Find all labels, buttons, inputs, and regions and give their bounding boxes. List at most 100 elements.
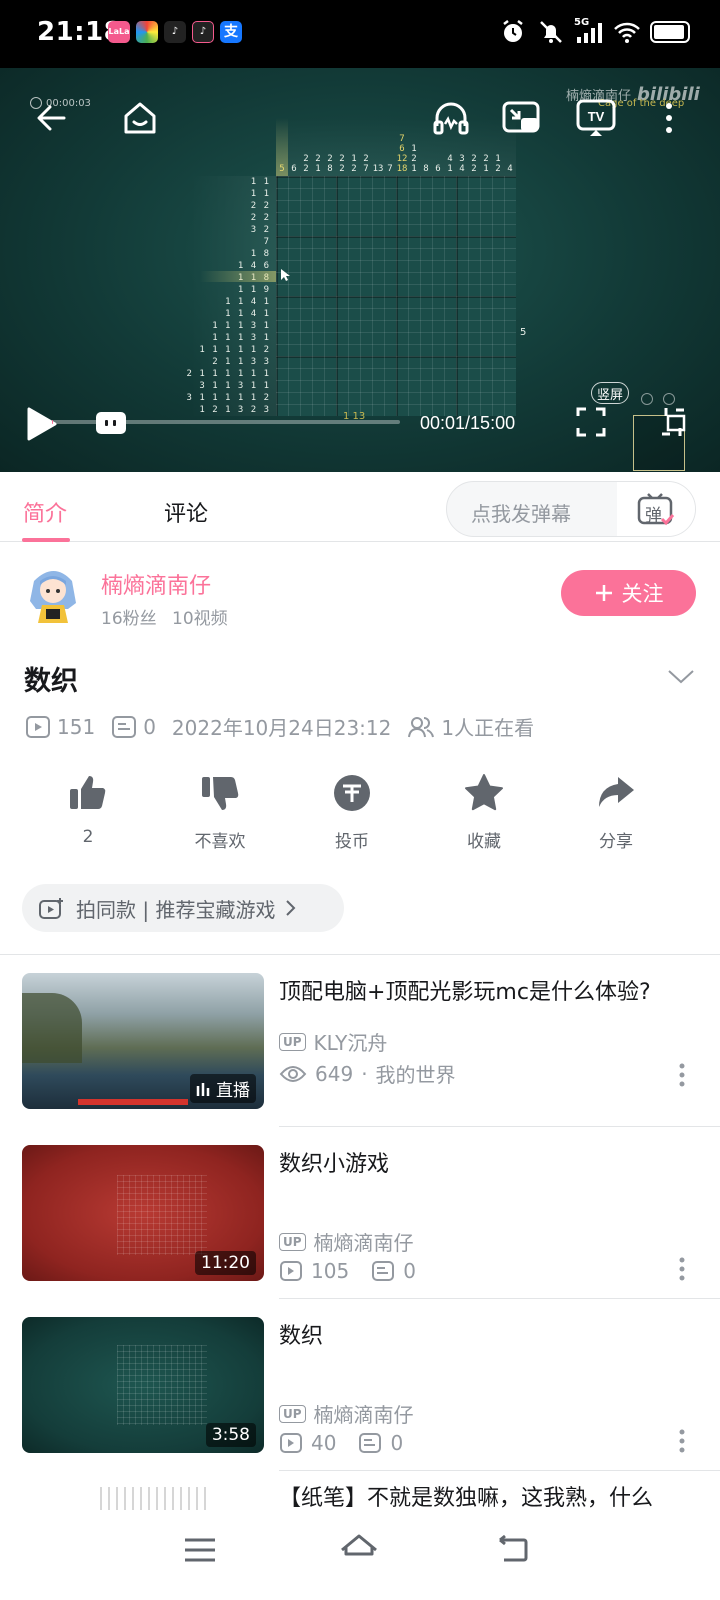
back-nav-icon[interactable] xyxy=(490,1530,540,1570)
column-clue: 7 xyxy=(387,164,393,174)
recommendation-uploader: UP 楠熵滴南仔 xyxy=(279,1399,414,1428)
status-app-icons: LaLa ♪ ♪ 支 xyxy=(108,21,242,43)
favorite-button[interactable]: 收藏 xyxy=(434,772,534,852)
recommendation-views: 105 xyxy=(311,1259,350,1283)
tab-comments[interactable]: 评论 xyxy=(164,496,208,528)
menu-icon[interactable] xyxy=(175,1530,225,1570)
recommendation-thumbnail[interactable]: 3:58 xyxy=(22,1317,264,1453)
like-button[interactable]: 2 xyxy=(38,772,138,847)
recommendation-views: 649 xyxy=(315,1061,354,1086)
video-title: 数织 xyxy=(24,666,78,697)
more-vertical-icon[interactable] xyxy=(662,100,676,136)
recommendation-title[interactable]: 【纸笔】不就是数独嘛，这我熟，什么 xyxy=(279,1483,699,1511)
danmaku-input[interactable]: 点我发弹幕 弹 xyxy=(446,481,696,537)
home-icon[interactable] xyxy=(120,98,160,138)
column-clue: 21 xyxy=(315,154,321,174)
dot-separator: · xyxy=(361,1061,368,1086)
coin-button[interactable]: 投币 xyxy=(302,772,402,852)
recommendation-item[interactable]: 直播 顶配电脑+顶配光影玩mc是什么体验? UP KLY沉舟 649 · 我的世… xyxy=(0,955,720,1127)
back-arrow-icon[interactable] xyxy=(34,100,70,136)
home-nav-icon[interactable] xyxy=(334,1530,384,1570)
dislike-button[interactable]: 不喜欢 xyxy=(170,772,270,852)
video-player[interactable]: 562221282212271377612181218641342221124 … xyxy=(0,68,720,472)
up-tag-icon: UP xyxy=(279,1404,306,1423)
thumb-trees xyxy=(22,993,82,1063)
tiktok-app-icon: ♪ xyxy=(164,21,186,43)
minimap-dot-b xyxy=(663,393,675,405)
uploader-stats: 16粉丝 10视频 xyxy=(101,609,228,629)
share-label: 分享 xyxy=(599,832,633,852)
signal-5g-icon: 5G xyxy=(574,17,604,47)
picture-in-picture-icon[interactable] xyxy=(501,100,541,136)
nonogram-grid xyxy=(276,176,516,416)
row-clue: 1 1 1 3 1 xyxy=(212,321,270,331)
vertical-screen-button[interactable]: 竖屏 xyxy=(591,382,629,404)
column-clue: 6 xyxy=(435,164,441,174)
row-clue: 2 2 xyxy=(250,213,270,223)
same-style-pill[interactable]: 拍同款 | 推荐宝藏游戏 xyxy=(22,884,344,932)
recommendation-category: 我的世界 xyxy=(375,1063,456,1087)
uploader-name[interactable]: 楠熵滴南仔 xyxy=(101,568,211,600)
more-icon[interactable] xyxy=(678,1257,686,1281)
column-clue: 8 xyxy=(423,164,429,174)
network-label: 5G xyxy=(574,17,590,28)
more-icon[interactable] xyxy=(678,1063,686,1087)
row-clue: 3 1 1 1 1 1 2 xyxy=(186,393,270,403)
row-clue: 1 8 xyxy=(250,249,270,259)
column-clue: 22 xyxy=(339,154,345,174)
row-clue: 1 1 xyxy=(250,177,270,187)
publish-date: 2022年10月24日23:12 xyxy=(171,716,392,740)
favorite-label: 收藏 xyxy=(467,832,501,852)
tv-cast-icon[interactable]: TV xyxy=(575,98,617,138)
recommendation-item[interactable]: 【纸笔】不就是数独嘛，这我熟，什么 xyxy=(0,1471,720,1511)
row-clue: 1 1 xyxy=(250,189,270,199)
duration-badge: 11:20 xyxy=(195,1251,256,1275)
recommendation-stats: 649 · 我的世界 xyxy=(279,1059,456,1088)
row-clue: 1 1 9 xyxy=(237,285,270,295)
follow-button[interactable]: 关注 xyxy=(561,570,696,616)
settings-overlay-icon[interactable] xyxy=(660,406,686,438)
recommendation-uploader-name: 楠熵滴南仔 xyxy=(313,1403,414,1427)
danmaku-count: 0 xyxy=(111,715,156,739)
danmaku-count-text: 0 xyxy=(143,714,156,739)
row-highlight xyxy=(200,271,286,282)
row-clue: 1 1 1 3 1 xyxy=(212,333,270,343)
svg-text:TV: TV xyxy=(588,109,605,124)
fullscreen-icon[interactable] xyxy=(576,406,606,438)
thumb-hotbar xyxy=(78,1099,188,1105)
recommendation-thumbnail[interactable]: 11:20 xyxy=(22,1145,264,1281)
progress-thumb-tv-icon[interactable] xyxy=(96,412,126,434)
play-icon[interactable] xyxy=(26,406,58,442)
chevron-down-icon[interactable] xyxy=(667,668,695,684)
recommendation-item[interactable]: 11:20 数织小游戏 UP 楠熵滴南仔 105 0 xyxy=(0,1127,720,1299)
up-tag-icon: UP xyxy=(279,1032,306,1051)
recommendation-title[interactable]: 顶配电脑+顶配光影玩mc是什么体验? xyxy=(279,977,679,1009)
recommendation-thumbnail-partial xyxy=(100,1487,210,1511)
live-badge: 直播 xyxy=(190,1074,256,1103)
recommendation-danmaku: 0 xyxy=(403,1259,416,1283)
recommendation-title[interactable]: 数织小游戏 xyxy=(279,1149,679,1181)
danmaku-toggle-button[interactable]: 弹 xyxy=(617,482,695,536)
column-clue: 12 xyxy=(495,154,501,174)
recommendation-thumbnail[interactable]: 直播 xyxy=(22,973,264,1109)
dislike-label: 不喜欢 xyxy=(194,832,246,852)
tab-intro[interactable]: 简介 xyxy=(23,496,67,528)
headphones-icon[interactable] xyxy=(431,98,471,138)
uploader-avatar[interactable] xyxy=(22,563,84,625)
thumb-up-icon xyxy=(70,776,106,809)
recommendation-views: 40 xyxy=(311,1431,337,1455)
watching-count: 1人正在看 xyxy=(407,712,534,741)
recommendation-item[interactable]: 3:58 数织 UP 楠熵滴南仔 40 0 xyxy=(0,1299,720,1471)
danmaku-icon-label: 弹 xyxy=(645,506,662,526)
view-count: 151 xyxy=(25,715,95,739)
star-icon xyxy=(465,774,503,811)
video-meta: 151 0 2022年10月24日23:12 1人正在看 xyxy=(25,712,542,741)
more-icon[interactable] xyxy=(678,1429,686,1453)
column-clue: 4 xyxy=(507,164,513,174)
recommendation-uploader-name: 楠熵滴南仔 xyxy=(313,1231,414,1255)
recommendation-title[interactable]: 数织 xyxy=(279,1321,679,1353)
share-button[interactable]: 分享 xyxy=(566,772,666,852)
row-clue: 2 2 xyxy=(250,201,270,211)
column-clue: 6 xyxy=(291,164,297,174)
duration-badge: 3:58 xyxy=(205,1423,256,1447)
